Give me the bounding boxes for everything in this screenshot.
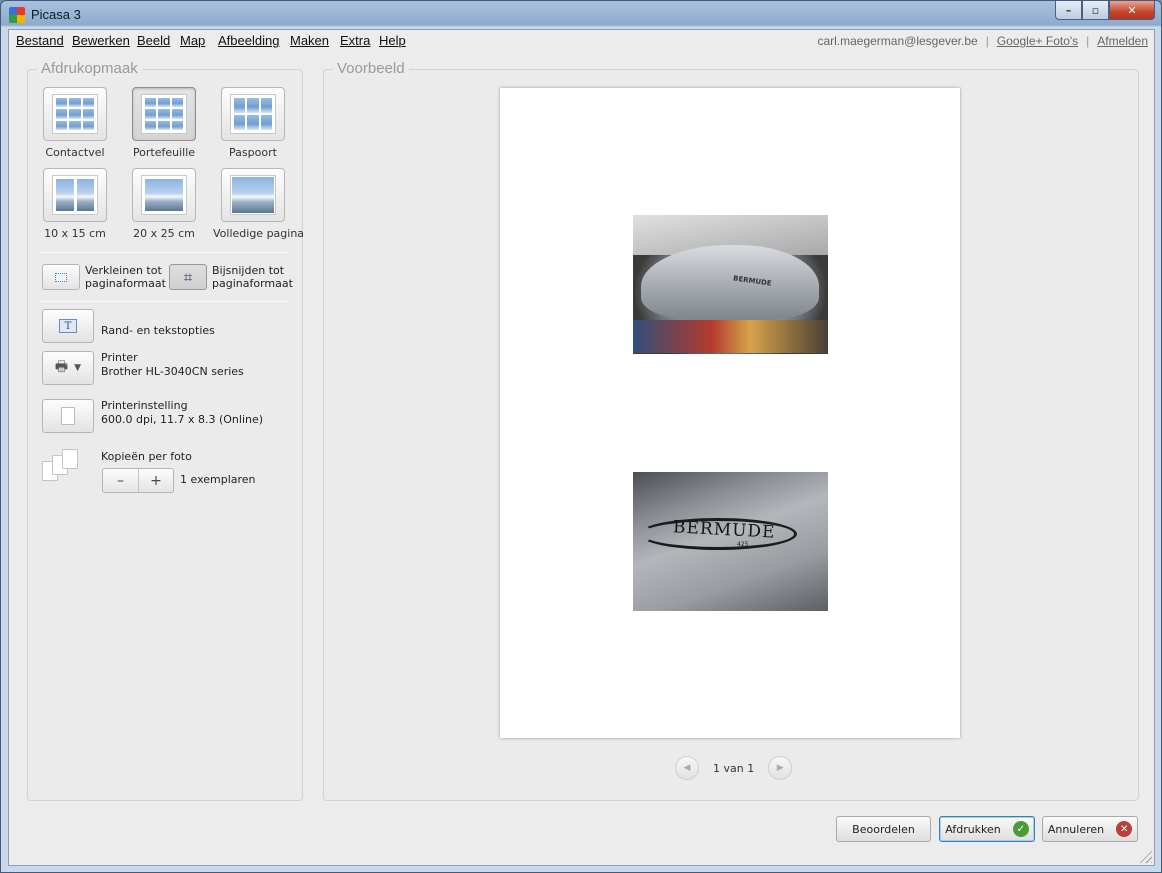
menu-maken[interactable]: Maken [290,33,329,48]
copies-heading: Kopieën per foto [101,450,192,463]
layout-option-paspoort[interactable]: Paspoort [213,87,293,159]
divider [40,301,288,302]
print-preview-page: BERMUDE BERMUDE 425 [500,88,960,738]
separator: | [985,34,989,48]
picasa-app-icon [9,7,25,23]
layout-option-20x25[interactable]: 20 x 25 cm [124,168,204,240]
preview-panel-title: Voorbeeld [333,60,409,77]
google-photos-link[interactable]: Google+ Foto's [997,34,1078,48]
cancel-button-label: Annuleren [1047,822,1105,836]
printer-heading: Printer [101,351,138,364]
increment-button[interactable]: + [138,469,173,492]
copies-value: 1 exemplaren [180,473,256,486]
crop-icon: ⌗ [183,268,193,286]
printer-settings-heading: Printerinstelling [101,399,188,412]
cancel-button[interactable]: Annuleren ✕ [1042,816,1138,842]
logout-link[interactable]: Afmelden [1097,34,1148,48]
maximize-button[interactable]: ▫ [1082,1,1109,20]
printer-settings-button[interactable] [42,399,94,433]
separator: | [1086,34,1090,48]
client-area: Bestand Bewerken Beeld Map Afbeelding Ma… [8,29,1155,866]
portefeuille-button[interactable] [132,87,196,141]
minimize-button[interactable]: – [1055,1,1082,20]
contact-sheet-icon [52,94,98,134]
window-title: Picasa 3 [31,7,81,22]
layout-panel-title: Afdrukopmaak [37,60,142,77]
menu-help[interactable]: Help [379,33,406,48]
menu-bestand[interactable]: Bestand [16,33,64,48]
resize-grip-icon[interactable] [1138,849,1152,863]
layout-option-label: Paspoort [229,146,277,159]
divider [40,252,288,253]
decrement-button[interactable]: – [103,469,138,492]
page-navigator: ◀ 1 van 1 ▶ [675,756,793,780]
paspoort-button[interactable] [221,87,285,141]
layout-option-label: Portefeuille [132,146,196,159]
printer-name: Brother HL-3040CN series [101,365,244,378]
crop-to-page-label: Bijsnijden tot paginaformaat [212,264,293,290]
print-button-label: Afdrukken [945,822,1001,836]
wallet-layout-icon [141,94,187,134]
layout-option-contactvel[interactable]: Contactvel [35,87,115,159]
full-page-button[interactable] [221,168,285,222]
printer-select-button[interactable]: 🖶 ▼ [42,351,94,385]
preview-panel: Voorbeeld BERMUDE BERMUDE 425 ◀ 1 van 1 … [323,60,1139,801]
menu-bewerken[interactable]: Bewerken [72,33,130,48]
menu-extra[interactable]: Extra [340,33,370,48]
title-bar[interactable]: Picasa 3 – ▫ ✕ [1,1,1161,29]
border-text-options-label: Rand- en tekstopties [101,324,215,337]
checkmark-icon: ✓ [1012,821,1029,837]
contactvel-button[interactable] [43,87,107,141]
layout-option-label: Volledige pagina [213,227,305,240]
layout-option-portefeuille[interactable]: Portefeuille [124,87,204,159]
layout-option-10x15[interactable]: 10 x 15 cm [35,168,115,240]
copies-icon [42,449,86,487]
menu-beeld[interactable]: Beeld [137,33,170,48]
layout-option-label: 20 x 25 cm [133,227,195,240]
previous-page-button[interactable]: ◀ [675,756,699,780]
border-text-options-button[interactable]: T [42,309,94,343]
shrink-to-page-label: Verkleinen tot paginaformaat [85,264,166,290]
layout-option-label: Contactvel [45,146,105,159]
layout-option-full-page[interactable]: Volledige pagina [213,168,305,240]
menu-bar: Bestand Bewerken Beeld Map Afbeelding Ma… [9,30,1154,52]
cancel-x-icon: ✕ [1116,821,1133,837]
picasa-window: Picasa 3 – ▫ ✕ Bestand Bewerken Beeld Ma… [0,0,1162,873]
preview-photo-1[interactable]: BERMUDE [633,215,828,354]
menu-map[interactable]: Map [180,33,205,48]
account-email: carl.maegerman@lesgever.be [817,34,978,48]
single-photo-icon [141,175,187,215]
layout-option-label: 10 x 15 cm [44,227,106,240]
printer-icon: 🖶 [54,359,69,375]
document-settings-icon [61,407,75,425]
account-area: carl.maegerman@lesgever.be | Google+ Fot… [817,34,1148,48]
review-button[interactable]: Beoordelen [836,816,931,842]
dropdown-caret-icon: ▼ [74,363,82,373]
print-button[interactable]: Afdrukken ✓ [939,816,1035,842]
10x15-button[interactable] [43,168,107,222]
text-icon: T [59,319,77,333]
crop-to-page-button[interactable]: ⌗ [169,264,207,290]
close-button[interactable]: ✕ [1109,1,1155,20]
photo-2-model-text: 425 [737,541,749,548]
window-controls: – ▫ ✕ [1055,1,1155,20]
20x25-button[interactable] [132,168,196,222]
full-page-photo-icon [230,175,276,215]
menu-afbeelding[interactable]: Afbeelding [218,33,279,48]
preview-photo-2[interactable]: BERMUDE 425 [633,472,828,611]
next-page-button[interactable]: ▶ [768,756,793,780]
layout-panel: Afdrukopmaak Contactvel Portefeuille Pas… [27,60,305,801]
two-photos-icon [52,175,98,215]
review-button-label: Beoordelen [852,822,915,836]
shrink-to-fit-icon [55,272,67,282]
passport-layout-icon [230,94,276,134]
page-indicator: 1 van 1 [713,761,755,775]
copies-stepper: – + [102,468,174,493]
printer-settings-value: 600.0 dpi, 11.7 x 8.3 (Online) [101,413,264,426]
shrink-to-page-button[interactable] [42,264,80,290]
